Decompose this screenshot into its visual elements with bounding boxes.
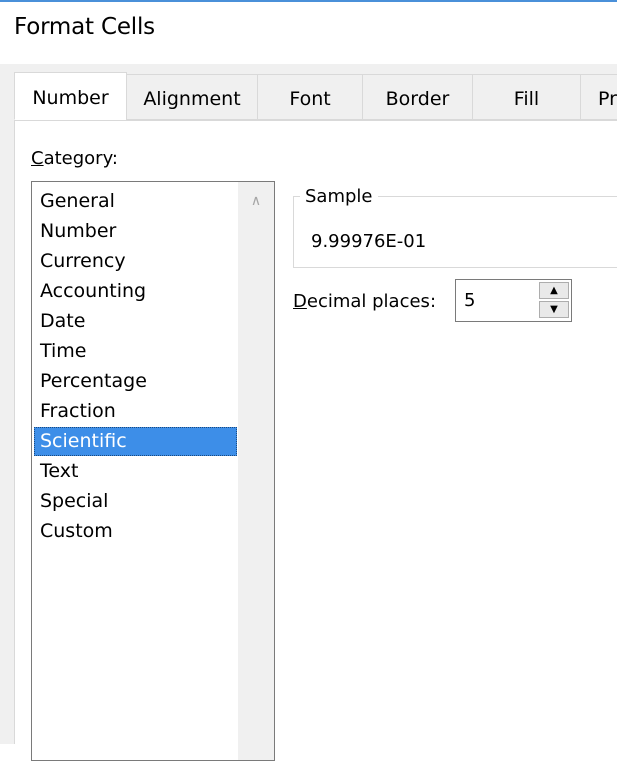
tab-fill[interactable]: Fill (472, 74, 581, 120)
category-scrollbar[interactable]: ∧ (238, 182, 274, 760)
category-item-currency[interactable]: Currency (34, 247, 237, 276)
category-item-general[interactable]: General (34, 187, 237, 216)
decimal-places-value[interactable]: 5 (464, 290, 475, 311)
category-item-number[interactable]: Number (34, 217, 237, 246)
category-item-accounting[interactable]: Accounting (34, 277, 237, 306)
sample-legend: Sample (300, 186, 378, 207)
decimal-places-label: Decimal places: (293, 291, 437, 312)
spin-up-icon[interactable]: ▲ (539, 282, 569, 299)
category-item-scientific[interactable]: Scientific (34, 427, 237, 456)
tab-number[interactable]: Number (14, 72, 127, 120)
tab-alignment[interactable]: Alignment (126, 74, 258, 120)
window-edge (0, 0, 617, 2)
category-item-text[interactable]: Text (34, 457, 237, 486)
category-label: Category: (31, 148, 118, 169)
category-item-date[interactable]: Date (34, 307, 237, 336)
tab-border[interactable]: Border (362, 74, 473, 120)
tab-strip: Number Alignment Font Border Fill Pr (0, 72, 617, 122)
decimal-places-stepper[interactable]: 5 ▲ ▼ (455, 279, 572, 322)
category-item-special[interactable]: Special (34, 487, 237, 516)
sample-value: 9.99976E-01 (311, 231, 427, 252)
spin-down-icon[interactable]: ▼ (539, 301, 569, 318)
scroll-up-icon[interactable]: ∧ (247, 194, 265, 208)
category-item-custom[interactable]: Custom (34, 517, 237, 546)
category-item-fraction[interactable]: Fraction (34, 397, 237, 426)
tab-font[interactable]: Font (257, 74, 363, 120)
window-title: Format Cells (14, 14, 155, 40)
category-item-time[interactable]: Time (34, 337, 237, 366)
category-list[interactable]: General Number Currency Accounting Date … (31, 181, 275, 761)
tab-protection[interactable]: Pr (580, 74, 617, 120)
category-item-percentage[interactable]: Percentage (34, 367, 237, 396)
